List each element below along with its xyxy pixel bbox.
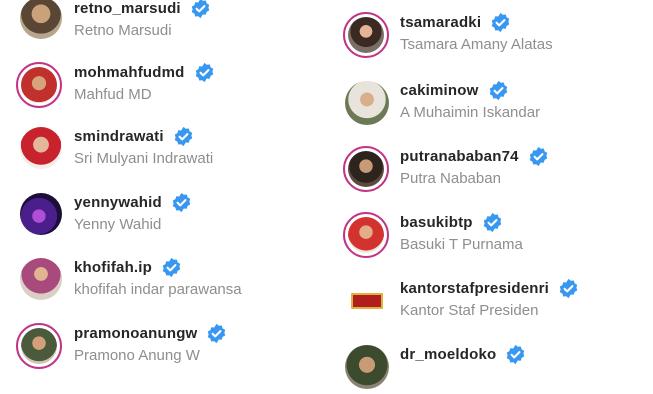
- username[interactable]: tsamaradki: [400, 12, 553, 33]
- verified-badge-icon: [195, 62, 213, 83]
- username[interactable]: dr_moeldoko: [400, 344, 526, 365]
- avatar[interactable]: [20, 193, 62, 235]
- verified-badge-icon: [507, 344, 525, 365]
- username[interactable]: khofifah.ip: [74, 257, 242, 278]
- full-name: Kantor Staf Presiden: [400, 302, 539, 319]
- account-list-right: tsamaradki Tsamara Amany Alatas cakimino…: [327, 0, 653, 389]
- verified-badge-icon: [191, 0, 210, 19]
- username[interactable]: putranababan74: [400, 146, 549, 167]
- verified-badge-icon: [559, 278, 578, 299]
- avatar[interactable]: [343, 212, 389, 258]
- full-name: khofifah indar parawansa: [74, 281, 242, 298]
- account-row-putranababan74[interactable]: putranababan74 Putra Nababan: [327, 140, 653, 196]
- full-name: Tsamara Amany Alatas: [400, 36, 553, 53]
- verified-badge-icon: [162, 257, 181, 278]
- full-name: Retno Marsudi: [74, 22, 172, 39]
- avatar[interactable]: [343, 12, 389, 58]
- username[interactable]: basukibtp: [400, 212, 523, 233]
- full-name: Pramono Anung W: [74, 347, 200, 364]
- avatar[interactable]: [16, 62, 62, 108]
- account-row-tsamaradki[interactable]: tsamaradki Tsamara Amany Alatas: [327, 6, 653, 62]
- account-row-khofifah-ip[interactable]: khofifah.ip khofifah indar parawansa: [0, 251, 326, 307]
- username[interactable]: pramonoanungw: [74, 323, 227, 344]
- username[interactable]: mohmahfudmd: [74, 62, 215, 83]
- avatar[interactable]: [20, 258, 62, 300]
- avatar[interactable]: [16, 323, 62, 369]
- full-name: Yenny Wahid: [74, 216, 162, 233]
- username[interactable]: smindrawati: [74, 126, 213, 147]
- ksp-logo-icon: [351, 293, 383, 309]
- account-row-retno-marsudi[interactable]: retno_marsudi Retno Marsudi: [0, 0, 326, 46]
- full-name: Sri Mulyani Indrawati: [74, 150, 214, 167]
- avatar[interactable]: [20, 0, 62, 39]
- username[interactable]: retno_marsudi: [74, 0, 211, 19]
- verified-badge-icon: [491, 12, 510, 33]
- verified-badge-icon: [172, 192, 191, 213]
- avatar[interactable]: [345, 81, 389, 125]
- account-row-pramonoanungw[interactable]: pramonoanungw Pramono Anung W: [0, 317, 326, 373]
- account-row-yennywahid[interactable]: yennywahid Yenny Wahid: [0, 186, 326, 242]
- account-row-dr-moeldoko[interactable]: dr_moeldoko: [327, 338, 653, 394]
- account-row-kantorstafpresidenri[interactable]: kantorstafpresidenri Kantor Staf Preside…: [327, 272, 653, 328]
- account-list-left: retno_marsudi Retno Marsudi mohmahfudmd …: [0, 0, 326, 369]
- account-row-basukibtp[interactable]: basukibtp Basuki T Purnama: [327, 206, 653, 262]
- verified-badge-icon: [483, 212, 501, 233]
- full-name: A Muhaimin Iskandar: [400, 104, 541, 121]
- username[interactable]: cakiminow: [400, 80, 540, 101]
- account-row-mohmahfudmd[interactable]: mohmahfudmd Mahfud MD: [0, 56, 326, 112]
- verified-badge-icon: [529, 146, 547, 167]
- account-row-smindrawati[interactable]: smindrawati Sri Mulyani Indrawati: [0, 120, 326, 176]
- username[interactable]: yennywahid: [74, 192, 192, 213]
- verified-badge-icon: [489, 80, 507, 101]
- avatar[interactable]: [20, 127, 62, 169]
- avatar[interactable]: [345, 345, 389, 389]
- username[interactable]: kantorstafpresidenri: [400, 278, 579, 299]
- full-name: Basuki T Purnama: [400, 236, 523, 253]
- full-name: Mahfud MD: [74, 86, 152, 103]
- account-row-cakiminow[interactable]: cakiminow A Muhaimin Iskandar: [327, 74, 653, 130]
- verified-badge-icon: [174, 126, 192, 147]
- full-name: Putra Nababan: [400, 170, 501, 187]
- verified-badge-icon: [208, 323, 226, 344]
- avatar[interactable]: [345, 279, 389, 323]
- avatar[interactable]: [343, 146, 389, 192]
